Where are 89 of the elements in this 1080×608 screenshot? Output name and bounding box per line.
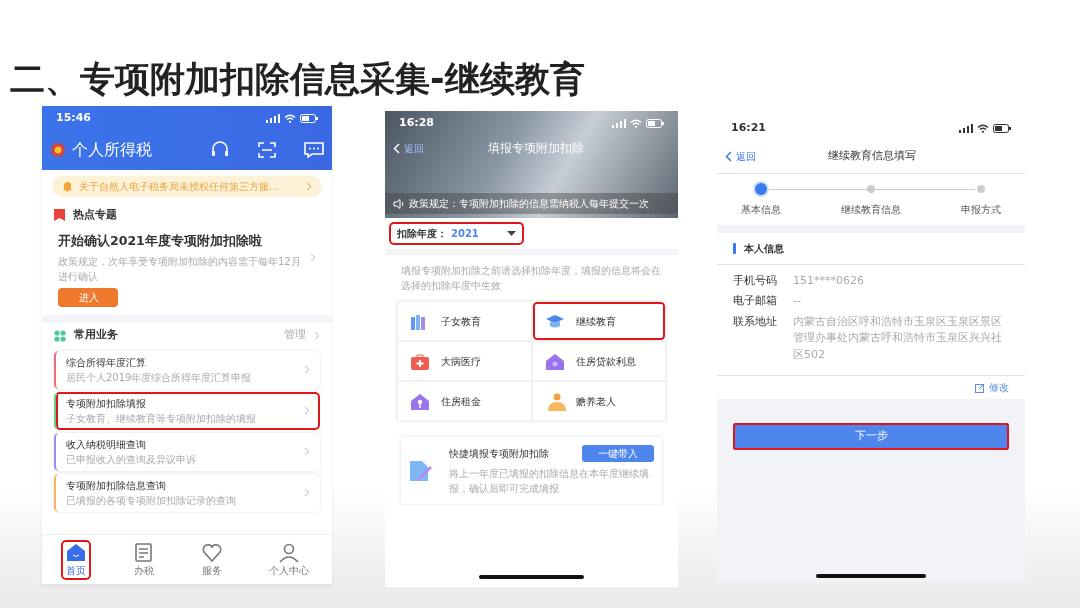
step-label: 申报方式 bbox=[961, 202, 1001, 217]
signal-icon bbox=[959, 123, 973, 133]
service-title: 综合所得年度汇算 bbox=[66, 355, 147, 370]
category-item[interactable]: 子女教育 bbox=[397, 301, 532, 341]
step-label: 基本信息 bbox=[741, 202, 781, 217]
chevron-right-icon bbox=[314, 331, 320, 340]
battery-icon bbox=[646, 118, 664, 128]
service-title: 专项附加扣除填报 bbox=[66, 396, 147, 411]
edit-icon bbox=[975, 382, 985, 393]
house-icon bbox=[544, 351, 566, 371]
document-pen-icon bbox=[409, 459, 433, 482]
chevron-right-icon bbox=[310, 253, 316, 263]
field-label: 联系地址 bbox=[733, 313, 777, 330]
chevron-left-icon bbox=[725, 150, 732, 162]
bookmark-icon bbox=[54, 209, 65, 222]
field-value: -- bbox=[793, 293, 801, 309]
service-subtitle: 已申报收入的查询及异议申诉 bbox=[66, 452, 197, 467]
bell-icon bbox=[62, 181, 73, 192]
section-heading: 热点专题 bbox=[73, 207, 117, 223]
speaker-icon bbox=[393, 198, 405, 209]
category-item[interactable]: 赡养老人 bbox=[531, 381, 666, 421]
chevron-right-icon bbox=[304, 406, 310, 416]
enter-button[interactable]: 进入 bbox=[58, 288, 118, 308]
status-time: 16:21 bbox=[731, 119, 766, 136]
tab-button[interactable]: 服务 bbox=[197, 539, 227, 580]
scan-icon[interactable] bbox=[258, 142, 276, 158]
person-icon bbox=[278, 541, 300, 563]
topic-description: 政策规定，次年享受专项附加扣除的内容需于每年12月进行确认 bbox=[58, 255, 302, 285]
signal-icon bbox=[612, 118, 626, 128]
message-icon[interactable] bbox=[304, 142, 324, 158]
grid-icon bbox=[54, 329, 66, 342]
status-time: 15:46 bbox=[56, 109, 91, 126]
quick-fill-button[interactable]: 一键带入 bbox=[582, 445, 654, 462]
medical-kit-icon bbox=[410, 351, 431, 371]
field-value: 内蒙古自治区呼和浩特市玉泉区玉泉区景区管理办事处内蒙古呼和浩特市玉泉区兴兴社区502 bbox=[793, 313, 1003, 363]
service-item[interactable]: 收入纳税明细查询 已申报收入的查询及异议申诉 bbox=[54, 432, 320, 471]
step-label: 继续教育信息 bbox=[841, 202, 901, 217]
field-label: 电子邮箱 bbox=[733, 293, 777, 309]
home-icon bbox=[65, 541, 87, 563]
chevron-left-icon bbox=[393, 142, 400, 154]
quick-fill-title: 快捷填报专项附加扣除 bbox=[449, 447, 549, 461]
service-subtitle: 已填报的各项专项附加扣除记录的查询 bbox=[66, 493, 237, 508]
app-title: 个人所得税 bbox=[72, 139, 152, 161]
back-link[interactable]: 返回 bbox=[393, 140, 424, 156]
field-value: 151****0626 bbox=[793, 272, 864, 289]
dropdown-caret-icon bbox=[507, 231, 516, 236]
tab-button[interactable]: 个人中心 bbox=[265, 539, 313, 580]
page-title: 继续教育信息填写 bbox=[827, 148, 916, 164]
field-label: 手机号码 bbox=[733, 272, 777, 289]
hint-text: 填报专项附加扣除之前请选择扣除年度，填报的信息将会在选择的扣除年度中生效 bbox=[400, 264, 662, 293]
battery-icon bbox=[993, 123, 1011, 133]
category-item[interactable]: 住房租金 bbox=[397, 381, 532, 421]
year-selector[interactable]: 扣除年度： 2021 bbox=[389, 222, 524, 245]
back-link[interactable]: 返回 bbox=[725, 148, 756, 164]
signal-icon bbox=[266, 113, 280, 123]
form-icon bbox=[133, 541, 155, 563]
edit-link[interactable]: 修改 bbox=[975, 380, 1009, 395]
chevron-right-icon bbox=[304, 447, 310, 457]
service-subtitle: 子女教育、继续教育等专项附加扣除的填报 bbox=[66, 411, 257, 426]
headset-icon[interactable] bbox=[210, 141, 230, 159]
section-heading: 本人信息 bbox=[744, 241, 784, 256]
service-title: 收入纳税明细查询 bbox=[66, 437, 147, 452]
wifi-icon bbox=[630, 118, 642, 128]
accent-bar-icon bbox=[733, 242, 736, 254]
battery-icon bbox=[300, 113, 318, 123]
heart-icon bbox=[201, 541, 223, 563]
service-title: 专项附加扣除信息查询 bbox=[66, 478, 167, 493]
service-item[interactable]: 专项附加扣除信息查询 已填报的各项专项附加扣除记录的查询 bbox=[54, 473, 320, 512]
banner-notice: 政策规定：专项附加扣除的信息需纳税人每年提交一次 bbox=[409, 197, 649, 211]
service-item[interactable]: 专项附加扣除填报 子女教育、继续教育等专项附加扣除的填报 bbox=[54, 391, 320, 430]
chevron-right-icon bbox=[306, 182, 312, 191]
tab-button[interactable]: 办税 bbox=[129, 539, 159, 580]
service-subtitle: 居民个人2019年度综合所得年度汇算申报 bbox=[66, 370, 253, 385]
category-item[interactable]: 继续教育 bbox=[531, 301, 666, 341]
slide-title: 二、专项附加扣除信息采集-继续教育 bbox=[10, 58, 586, 100]
category-item[interactable]: 大病医疗 bbox=[397, 341, 532, 381]
service-item[interactable]: 综合所得年度汇算 居民个人2019年度综合所得年度汇算申报 bbox=[54, 350, 320, 389]
wifi-icon bbox=[977, 123, 989, 133]
section-heading: 常用业务 bbox=[74, 327, 119, 344]
chevron-right-icon bbox=[304, 365, 310, 375]
next-button[interactable]: 下一步 bbox=[733, 423, 1009, 450]
status-time: 16:28 bbox=[399, 114, 434, 131]
tab-button[interactable]: 首页 bbox=[61, 539, 91, 580]
chevron-right-icon bbox=[304, 488, 310, 498]
wifi-icon bbox=[284, 113, 296, 123]
category-item[interactable]: 住房贷款利息 bbox=[531, 341, 666, 381]
topic-title: 开始确认2021年度专项附加扣除啦 bbox=[58, 231, 263, 250]
emblem-icon bbox=[50, 142, 66, 158]
house-keyhole-icon bbox=[410, 391, 431, 411]
